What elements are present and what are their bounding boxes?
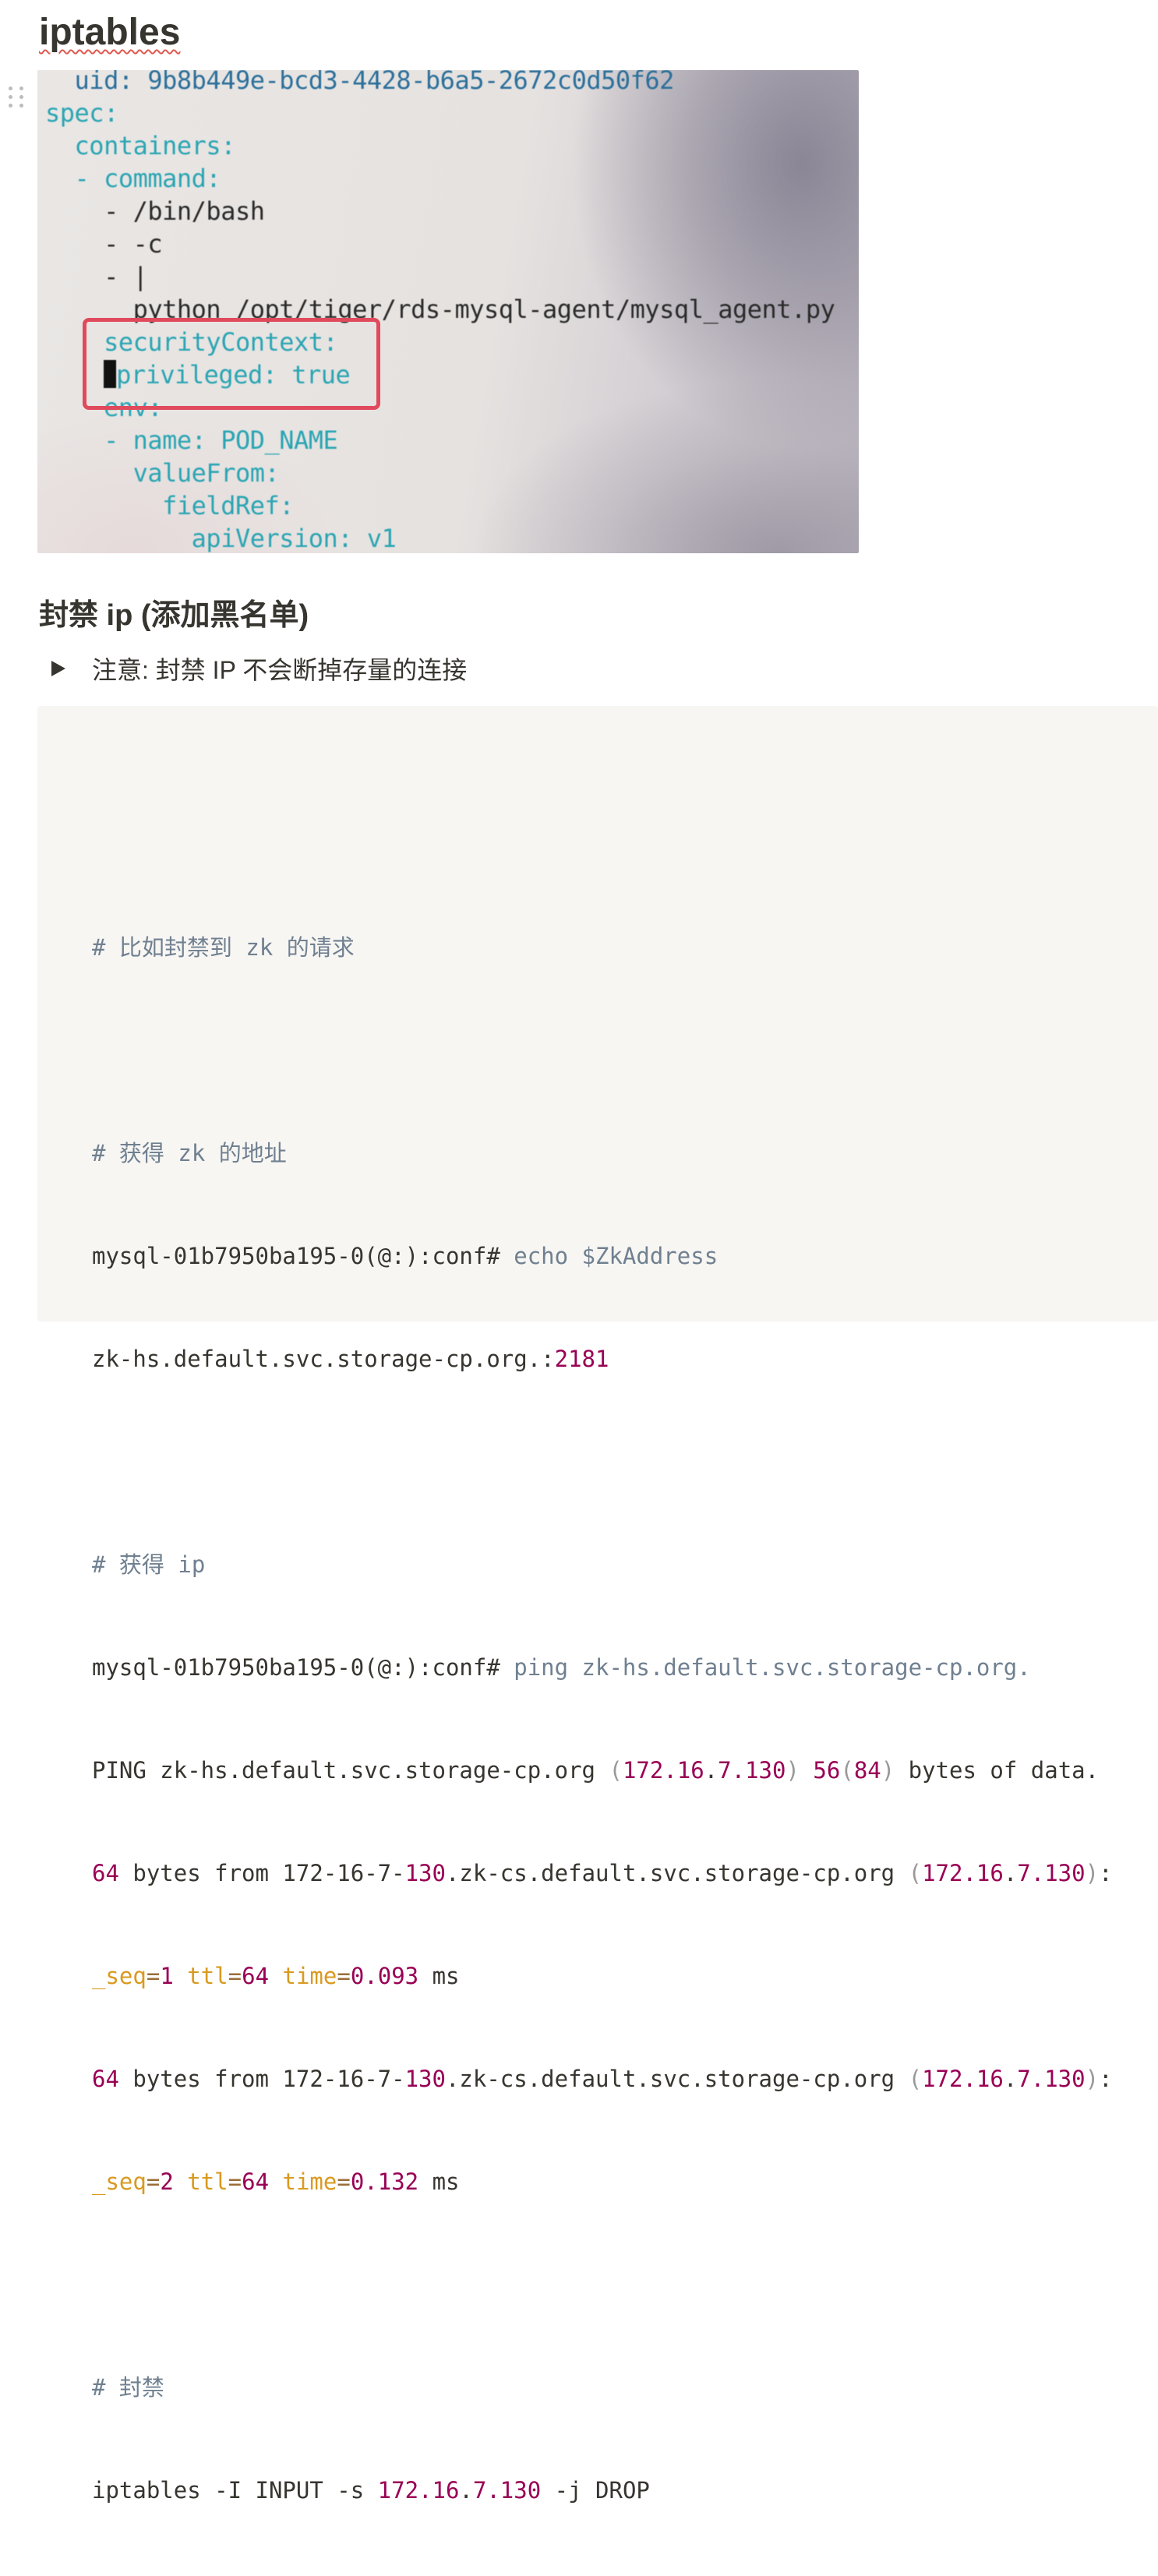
yaml-line-containers: containers:	[74, 131, 236, 161]
yaml-line: - -c	[45, 229, 163, 259]
code-output: _seq=2 ttl=64 time=0.132 ms	[92, 2168, 460, 2195]
yaml-line-pipe: - |	[104, 262, 148, 291]
code-output: 64 bytes from 172-16-7-130.zk-cs.default…	[92, 2066, 1113, 2092]
yaml-line-spec: spec:	[45, 98, 118, 128]
yaml-line: - command:	[45, 164, 221, 193]
code-content: # 比如封禁到 zk 的请求 # 获得 zk 的地址 mysql-01b7950…	[92, 759, 1113, 2576]
code-comment: # 获得 zk 的地址	[92, 1140, 287, 1166]
yaml-screenshot-image[interactable]: uid: 9b8b449e-bcd3-4428-b6a5-2672c0d50f6…	[37, 70, 859, 553]
code-output: PING zk-hs.default.svc.storage-cp.org (1…	[92, 1757, 1100, 1784]
code-comment: # 比如封禁到 zk 的请求	[92, 934, 355, 961]
page-title: iptables	[39, 12, 181, 53]
yaml-line: valueFrom:	[45, 458, 280, 488]
code-line-echo: mysql-01b7950ba195-0(@:):conf# echo $ZkA…	[92, 1239, 1113, 1273]
code-comment: # 封禁	[92, 2374, 164, 2401]
code-line-ping: mysql-01b7950ba195-0(@:):conf# ping zk-h…	[92, 1650, 1113, 1685]
toggle-label: 注意: 封禁 IP 不会断掉存量的连接	[92, 656, 468, 684]
yaml-line: fieldRef:	[45, 491, 294, 520]
yaml-line-uid: uid: 9b8b449e-bcd3-4428-b6a5-2672c0d50f6…	[74, 70, 675, 95]
yaml-code: uid: 9b8b449e-bcd3-4428-b6a5-2672c0d50f6…	[45, 70, 835, 553]
yaml-line-fieldref: fieldRef:	[162, 491, 295, 520]
code-output: zk-hs.default.svc.storage-cp.org.:2181	[92, 1346, 609, 1372]
toggle-block[interactable]: 注意: 封禁 IP 不会断掉存量的连接	[45, 650, 467, 687]
code-block[interactable]: # 比如封禁到 zk 的请求 # 获得 zk 的地址 mysql-01b7950…	[37, 706, 1158, 2504]
shell-command: ping zk-hs.default.svc.storage-cp.org.	[500, 1654, 1031, 1681]
code-output: 64 bytes from 172-16-7-130.zk-cs.default…	[92, 1860, 1113, 1886]
code-output: _seq=1 ttl=64 time=0.093 ms	[92, 1963, 460, 1989]
yaml-line: - name: POD_NAME	[45, 425, 338, 455]
shell-prompt: mysql-01b7950ba195-0(@:):conf#	[92, 1654, 500, 1681]
yaml-line: uid: 9b8b449e-bcd3-4428-b6a5-2672c0d50f6…	[45, 70, 675, 95]
code-command: iptables -I INPUT -s 172.16.7.130 -j DRO…	[92, 2477, 650, 2504]
yaml-line-apiversion: apiVersion: v1	[191, 524, 397, 553]
yaml-line-dash-c: - -c	[104, 229, 163, 259]
yaml-line: - |	[45, 262, 148, 291]
yaml-line: containers:	[45, 131, 236, 161]
toggle-arrow-icon[interactable]	[51, 661, 65, 676]
yaml-line-valuefrom: valueFrom:	[132, 458, 280, 488]
highlight-annotation-box	[83, 318, 380, 410]
section-heading: 封禁 ip (添加黑名单)	[39, 599, 309, 632]
yaml-line: - /bin/bash	[45, 196, 265, 226]
shell-prompt: mysql-01b7950ba195-0(@:):conf#	[92, 1243, 500, 1269]
yaml-line: apiVersion: v1	[45, 524, 397, 553]
yaml-line-name: - name: POD_NAME	[104, 425, 338, 455]
yaml-line-command: - command:	[74, 164, 221, 193]
shell-command: echo $ZkAddress	[500, 1243, 718, 1269]
code-comment: # 获得 ip	[92, 1551, 206, 1578]
drag-handle-icon[interactable]	[6, 78, 28, 115]
yaml-line-bin-bash: - /bin/bash	[104, 196, 265, 226]
